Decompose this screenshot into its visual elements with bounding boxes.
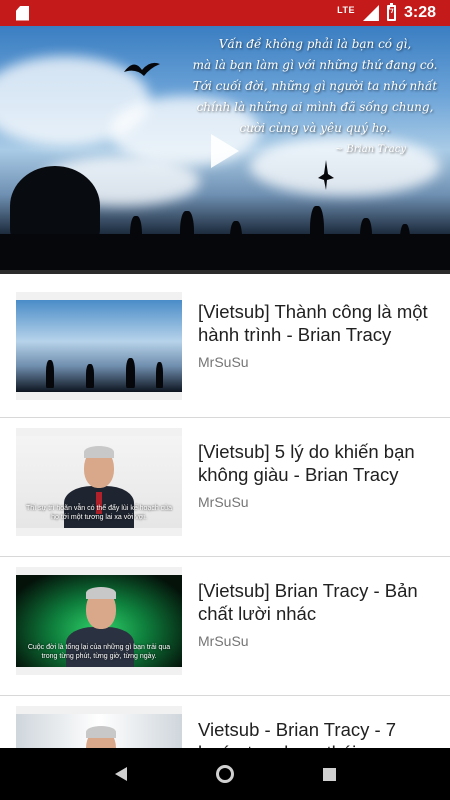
person-silhouette	[156, 362, 163, 388]
channel-name: MrSuSu	[198, 633, 249, 649]
bird-icon	[124, 62, 160, 76]
list-item[interactable]: [Vietsub] Thành công là một hành trình -…	[0, 274, 450, 418]
person-silhouette	[46, 360, 54, 388]
video-player[interactable]: Vấn đề không phải là bạn có gì, mà là bạ…	[0, 26, 450, 274]
video-title[interactable]: [Vietsub] 5 lý do khiến bạn không giàu -…	[198, 440, 434, 486]
thumbnail-image	[16, 300, 182, 392]
navigation-bar	[0, 748, 450, 800]
video-list[interactable]: [Vietsub] Thành công là một hành trình -…	[0, 274, 450, 748]
channel-name: MrSuSu	[198, 494, 249, 510]
thumbnail-image: Cuộc đời là tổng lại của những gì bạn tr…	[16, 575, 182, 667]
thumbnail-image: Thì sự trì hoãn vẫn có thể đẩy lùi kế ho…	[16, 436, 182, 528]
battery-charging-icon	[386, 3, 396, 21]
video-title[interactable]: [Vietsub] Thành công là một hành trình -…	[198, 300, 434, 346]
list-item[interactable]: Vietsub - Brian Tracy - 7 bước tạo dựng …	[0, 696, 450, 748]
list-item[interactable]: Cuộc đời là tổng lại của những gì bạn tr…	[0, 557, 450, 696]
recent-apps-icon[interactable]	[322, 767, 336, 781]
quote-line: Tới cuối đời, những gì người ta nhớ nhất	[192, 79, 438, 93]
video-title[interactable]: Vietsub - Brian Tracy - 7 bước tạo dựng …	[198, 718, 434, 748]
video-thumbnail[interactable]: Thì sự trì hoãn vẫn có thể đẩy lùi kế ho…	[16, 428, 182, 536]
thumbnail-caption: Cuộc đời là tổng lại của những gì bạn tr…	[27, 644, 171, 660]
video-thumbnail[interactable]: Cuộc đời là tổng lại của những gì bạn tr…	[16, 567, 182, 675]
video-thumbnail[interactable]	[16, 292, 182, 400]
speaker-hair	[86, 587, 116, 599]
list-item[interactable]: Thì sự trì hoãn vẫn có thể đẩy lùi kế ho…	[0, 418, 450, 557]
network-type: LTE	[337, 5, 355, 15]
person-silhouette	[126, 358, 135, 388]
video-thumbnail[interactable]	[16, 706, 182, 748]
quote-line: Vấn đề không phải là bạn có gì,	[218, 37, 412, 51]
channel-name: MrSuSu	[198, 354, 249, 370]
sd-card-icon	[16, 5, 29, 21]
play-icon[interactable]	[211, 134, 239, 168]
quote-line: chính là những ai mình đã sống chung,	[196, 100, 434, 114]
thumbnail-image	[16, 714, 182, 748]
speaker-hair	[84, 446, 114, 458]
video-title[interactable]: [Vietsub] Brian Tracy - Bản chất lười nh…	[198, 579, 434, 625]
ground-silhouette	[0, 234, 450, 274]
quote-line: mà là bạn làm gì với những thứ đang có.	[192, 58, 438, 72]
person-silhouette	[86, 364, 94, 388]
home-icon[interactable]	[215, 765, 234, 783]
status-bar: LTE 3:28	[0, 0, 450, 26]
speaker-hair	[86, 726, 116, 738]
bird-icon	[318, 160, 334, 190]
clock: 3:28	[403, 4, 436, 21]
back-icon[interactable]	[114, 767, 127, 781]
signal-icon	[362, 5, 379, 21]
thumbnail-caption: Thì sự trì hoãn vẫn có thể đẩy lùi kế ho…	[26, 505, 172, 521]
